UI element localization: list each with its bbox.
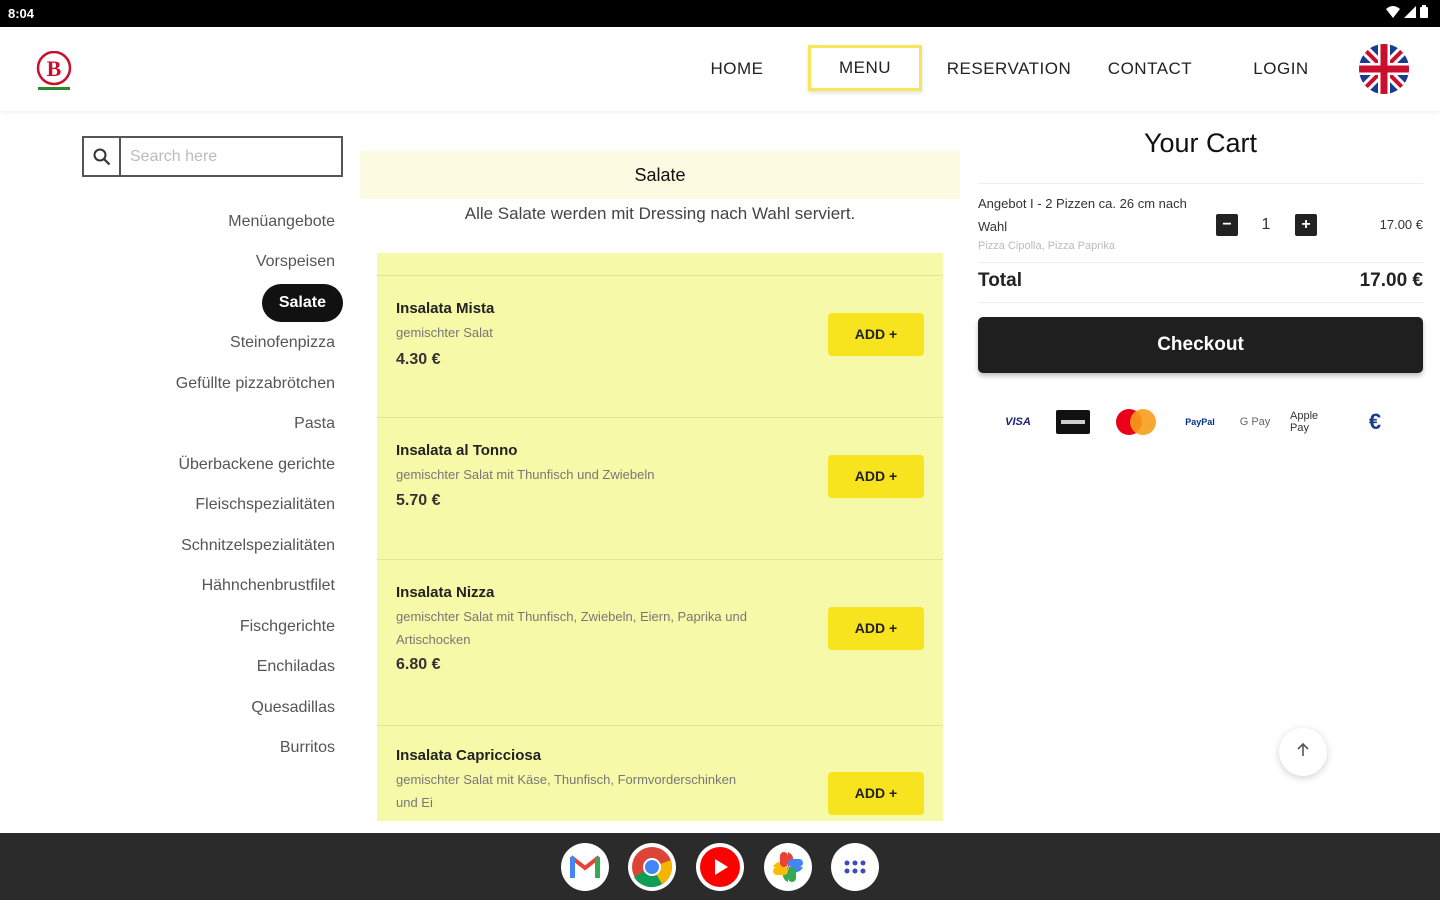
status-time: 8:04 xyxy=(8,6,35,21)
add-to-cart-button[interactable]: ADD + xyxy=(828,455,924,498)
quantity-decrease-button[interactable]: − xyxy=(1216,214,1238,236)
product-description: gemischter Salat mit Thunfisch, Zwiebeln… xyxy=(396,609,747,647)
category-item-vorspeisen[interactable]: Vorspeisen xyxy=(256,247,335,277)
mastercard-icon xyxy=(1112,405,1160,439)
main-nav: HOME MENU RESERVATION CONTACT LOGIN xyxy=(0,45,1440,93)
category-item-quesadillas[interactable]: Quesadillas xyxy=(251,693,335,723)
cart-total-value: 17.00 € xyxy=(1359,270,1423,291)
category-description: Alle Salate werden mit Dressing nach Wah… xyxy=(464,204,856,223)
cart-title: Your Cart xyxy=(1143,128,1258,158)
cart-item-price: 17.00 € xyxy=(1379,217,1423,232)
visa-icon: VISA xyxy=(1005,416,1031,428)
category-title: Salate xyxy=(360,151,960,199)
cart-item-details: Pizza Cipolla, Pizza Paprika xyxy=(978,240,1115,252)
paypal-icon: PayPal xyxy=(1185,417,1215,427)
checkout-button[interactable]: Checkout xyxy=(978,317,1423,373)
amex-icon xyxy=(1056,405,1090,439)
nav-contact[interactable]: CONTACT xyxy=(1100,45,1200,93)
category-item-salate-active[interactable]: Salate xyxy=(261,284,343,322)
signal-icon xyxy=(1404,5,1416,21)
nav-home[interactable]: HOME xyxy=(700,45,774,93)
arrow-up-icon xyxy=(1297,742,1309,762)
product-name: Insalata Nizza xyxy=(396,584,495,601)
site-header: B HOME MENU RESERVATION CONTACT LOGIN xyxy=(0,27,1440,111)
cart-total-label: Total xyxy=(978,270,1022,291)
add-to-cart-button[interactable]: ADD + xyxy=(828,607,924,650)
nav-login[interactable]: LOGIN xyxy=(1245,45,1317,93)
euro-icon: € xyxy=(1368,409,1382,434)
gmail-icon[interactable] xyxy=(561,843,609,891)
scroll-to-top-button[interactable] xyxy=(1279,728,1327,776)
cart-divider xyxy=(978,302,1423,303)
add-to-cart-button[interactable]: ADD + xyxy=(828,772,924,815)
product-price: 6.80 € xyxy=(396,656,441,673)
nav-menu[interactable]: MENU xyxy=(808,45,922,91)
nav-reservation[interactable]: RESERVATION xyxy=(940,45,1078,93)
product-description: gemischter Salat mit Thunfisch und Zwieb… xyxy=(396,467,655,482)
cart-item-quantity: 1 xyxy=(1261,216,1271,233)
category-item-pasta[interactable]: Pasta xyxy=(294,409,335,439)
chrome-icon[interactable] xyxy=(628,843,676,891)
category-item-haehnchenbrustfilet[interactable]: Hähnchenbrustfilet xyxy=(202,571,335,601)
product-name: Insalata al Tonno xyxy=(396,442,518,459)
category-item-steinofenpizza[interactable]: Steinofenpizza xyxy=(230,328,335,358)
category-item-enchiladas[interactable]: Enchiladas xyxy=(257,652,335,682)
category-item-fleischspezialitaeten[interactable]: Fleischspezialitäten xyxy=(195,490,335,520)
product-card: Insalata al Tonno gemischter Salat mit T… xyxy=(377,417,943,559)
status-bar: 8:04 xyxy=(0,0,1440,27)
product-name: Insalata Mista xyxy=(396,300,495,317)
cart-divider xyxy=(978,183,1423,184)
product-list: Insalata Mista gemischter Salat 4.30 € A… xyxy=(377,253,943,821)
status-icons xyxy=(1386,5,1428,21)
quantity-increase-button[interactable]: + xyxy=(1295,214,1317,236)
product-price: 4.30 € xyxy=(396,351,441,368)
app-drawer-icon[interactable] xyxy=(831,843,879,891)
product-description: gemischter Salat xyxy=(396,325,493,340)
product-price: 5.70 € xyxy=(396,492,441,509)
search-input[interactable] xyxy=(121,138,341,175)
category-item-schnitzelspezialitaeten[interactable]: Schnitzelspezialitäten xyxy=(181,531,335,561)
wifi-icon xyxy=(1386,5,1400,21)
search-box xyxy=(82,136,343,177)
cart-divider xyxy=(978,262,1423,263)
product-card: Insalata Capricciosa gemischter Salat mi… xyxy=(377,725,943,821)
category-item-menuangebote[interactable]: Menüangebote xyxy=(228,207,335,237)
payment-methods: VISA PayPal G Pay Apple Pay € xyxy=(978,405,1423,439)
uk-flag-language-icon[interactable] xyxy=(1359,44,1409,94)
product-description: gemischter Salat mit Käse, Thunfisch, Fo… xyxy=(396,772,737,810)
cart-item-name: Angebot I - 2 Pizzen ca. 26 cm nach Wahl xyxy=(978,196,1187,234)
photos-icon[interactable] xyxy=(764,843,812,891)
category-item-fischgerichte[interactable]: Fischgerichte xyxy=(240,612,335,642)
search-icon[interactable] xyxy=(84,138,121,175)
android-taskbar xyxy=(0,833,1440,900)
add-to-cart-button[interactable]: ADD + xyxy=(828,313,924,356)
category-item-ueberbackene-gerichte[interactable]: Überbackene gerichte xyxy=(178,450,335,480)
product-name: Insalata Capricciosa xyxy=(396,747,542,764)
google-pay-icon: G Pay xyxy=(1239,416,1271,428)
product-card: Insalata Nizza gemischter Salat mit Thun… xyxy=(377,559,943,725)
category-item-gefuellte-pizzabroetchen[interactable]: Gefüllte pizzabrötchen xyxy=(176,369,335,399)
apple-pay-icon: Apple Pay xyxy=(1290,410,1319,434)
youtube-icon[interactable] xyxy=(696,843,744,891)
product-card: Insalata Mista gemischter Salat 4.30 € A… xyxy=(377,275,943,417)
category-item-burritos[interactable]: Burritos xyxy=(280,733,335,763)
battery-icon xyxy=(1420,5,1428,21)
